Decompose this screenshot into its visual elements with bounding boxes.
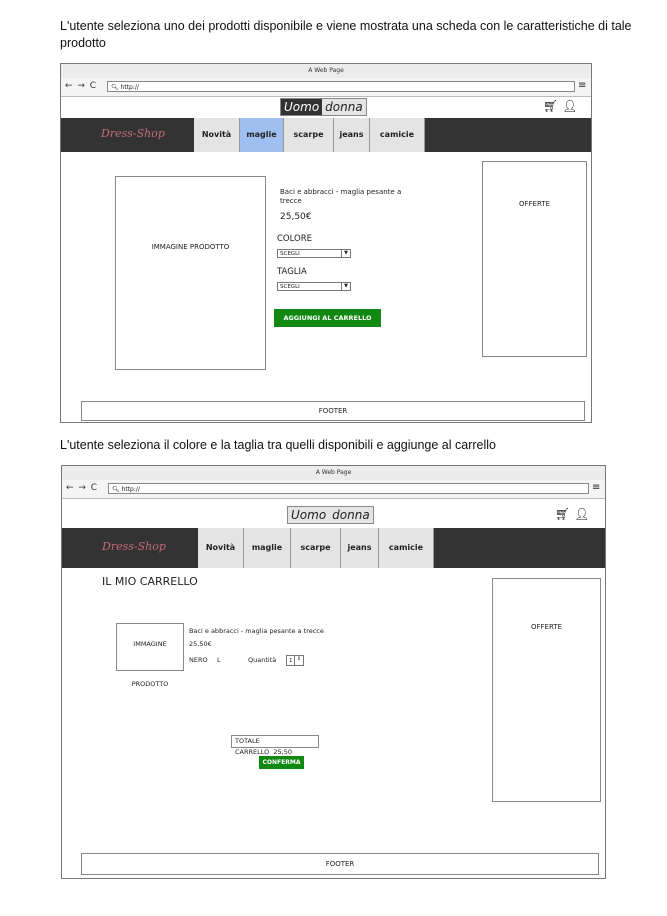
hamburger-icon[interactable]: ≡: [578, 81, 588, 92]
nav-item-scarpe[interactable]: scarpe: [291, 528, 341, 568]
size-select[interactable]: SCEGLI ▼: [277, 282, 351, 291]
size-label: TAGLIA: [277, 267, 307, 277]
nav-item-maglie[interactable]: maglie: [240, 118, 284, 152]
color-select[interactable]: SCEGLI ▼: [277, 249, 351, 258]
page-title: IL MIO CARRELLO: [102, 575, 198, 588]
product-price: 25,50€: [280, 212, 312, 222]
cart-icon[interactable]: 🛒︎: [555, 507, 570, 521]
url-input[interactable]: 🔍︎ http://: [107, 81, 575, 92]
nav-item-jeans[interactable]: jeans: [334, 118, 370, 152]
color-label: COLORE: [277, 234, 313, 244]
product-color: NERO: [189, 656, 208, 664]
nav-item-scarpe[interactable]: scarpe: [284, 118, 334, 152]
nav-item-novita[interactable]: Novità: [198, 528, 244, 568]
navbar: Dress-Shop Novità maglie scarpe jeans ca…: [61, 118, 591, 152]
add-to-cart-button[interactable]: AGGIUNGI AL CARRELLO: [274, 309, 381, 327]
nav-item-jeans[interactable]: jeans: [341, 528, 379, 568]
url-input[interactable]: 🔍︎ http://: [108, 483, 589, 494]
hamburger-icon[interactable]: ≡: [592, 483, 602, 494]
wireframe-product-page: A Web Page ← → C 🔍︎ http:// ≡ Uomo donna …: [60, 63, 592, 423]
logo[interactable]: Dress-Shop: [101, 127, 165, 140]
cart-icon[interactable]: 🛒︎: [543, 99, 558, 113]
offers-box: OFFERTE: [492, 578, 601, 802]
offers-box: OFFERTE: [482, 161, 587, 357]
gender-switch[interactable]: Uomo donna: [287, 506, 374, 524]
cart-total: TOTALE CARRELLO 25,50: [231, 735, 319, 756]
user-icon[interactable]: 👤︎: [574, 507, 589, 521]
nav-item-maglie[interactable]: maglie: [244, 528, 291, 568]
product-image: IMMAGINE PRODOTTO: [115, 176, 266, 370]
url-row: ← → C 🔍︎ http:// ≡: [61, 78, 591, 97]
logo[interactable]: Dress-Shop: [102, 540, 166, 553]
quantity-stepper[interactable]: 1 ⇕: [286, 655, 304, 666]
switch-uomo[interactable]: Uomo: [288, 507, 330, 523]
nav-item-camicie[interactable]: camicie: [370, 118, 425, 152]
nav-arrows-icon[interactable]: ← → C: [66, 483, 98, 493]
product-image: IMMAGINE PRODOTTO: [116, 623, 184, 688]
chevron-down-icon: ▼: [341, 283, 350, 290]
url-row: ← → C 🔍︎ http:// ≡: [62, 480, 605, 499]
product-name: Baci e abbracci - maglia pesante a trecc…: [189, 627, 324, 635]
product-price: 25,50€: [189, 640, 212, 648]
caption-2: L'utente seleziona il colore e la taglia…: [60, 438, 496, 452]
stepper-icon[interactable]: ⇕: [294, 656, 303, 665]
browser-title: A Web Page: [61, 64, 591, 79]
switch-donna[interactable]: donna: [322, 99, 366, 115]
footer: FOOTER: [81, 853, 599, 875]
browser-title: A Web Page: [62, 466, 605, 481]
chevron-down-icon: ▼: [341, 250, 350, 257]
wireframe-cart-page: A Web Page ← → C 🔍︎ http:// ≡ Uomo donna …: [61, 465, 606, 879]
navbar: Dress-Shop Novità maglie scarpe jeans ca…: [62, 528, 605, 568]
product-size: L: [217, 656, 221, 664]
switch-uomo[interactable]: Uomo: [281, 99, 323, 115]
user-icon[interactable]: 👤︎: [562, 99, 577, 113]
caption-1: L'utente seleziona uno dei prodotti disp…: [60, 19, 632, 50]
gender-switch[interactable]: Uomo donna: [280, 98, 367, 116]
nav-arrows-icon[interactable]: ← → C: [65, 81, 97, 91]
confirm-button[interactable]: CONFERMA: [259, 756, 304, 769]
quantity-label: Quantità: [248, 656, 277, 664]
nav-item-camicie[interactable]: camicie: [379, 528, 434, 568]
product-name: Baci e abbracci - maglia pesante a trecc…: [280, 188, 402, 205]
nav-item-novita[interactable]: Novità: [194, 118, 240, 152]
footer: FOOTER: [81, 401, 585, 421]
switch-donna[interactable]: donna: [329, 507, 373, 523]
